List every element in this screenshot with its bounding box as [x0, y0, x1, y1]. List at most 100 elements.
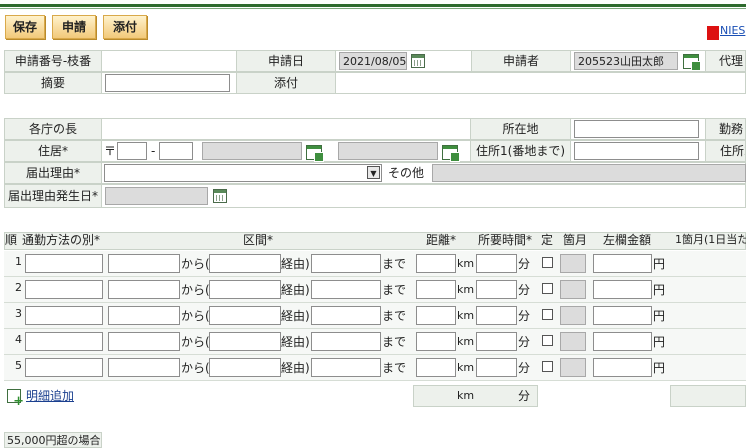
- via-input[interactable]: [209, 280, 281, 299]
- save-button[interactable]: 保存: [5, 15, 45, 39]
- summary-input[interactable]: [105, 74, 230, 92]
- fixed-checkbox[interactable]: [542, 257, 553, 268]
- to-input[interactable]: [311, 280, 381, 299]
- distance-input[interactable]: [416, 254, 456, 273]
- until-label: まで: [382, 257, 407, 271]
- app-no-value: [101, 50, 237, 72]
- until-label: まで: [382, 309, 407, 323]
- add-row-link[interactable]: 明細追加: [26, 386, 74, 406]
- time-input[interactable]: [476, 358, 517, 377]
- city-search-icon[interactable]: [442, 145, 460, 162]
- col-section: 区間*: [243, 233, 274, 247]
- user-search-icon[interactable]: [683, 54, 701, 71]
- via-label: 経由): [281, 335, 310, 349]
- from-input[interactable]: [108, 332, 180, 351]
- from-label: から(: [181, 309, 210, 323]
- applicant-field[interactable]: 205523山田太郎: [574, 52, 678, 70]
- time-input[interactable]: [476, 280, 517, 299]
- from-input[interactable]: [108, 306, 180, 325]
- city-field[interactable]: [338, 142, 438, 160]
- km-unit: km: [457, 309, 475, 322]
- yen-unit: 円: [653, 335, 666, 349]
- via-input[interactable]: [209, 254, 281, 273]
- time-input[interactable]: [476, 254, 517, 273]
- attach-button[interactable]: 添付: [103, 15, 147, 39]
- via-label: 経由): [281, 309, 310, 323]
- method-input[interactable]: [25, 358, 103, 377]
- proxy-label: 代理: [705, 50, 746, 72]
- from-label: から(: [181, 257, 210, 271]
- via-input[interactable]: [209, 306, 281, 325]
- reason-date-field[interactable]: [105, 187, 208, 205]
- chief-value: [101, 118, 471, 140]
- distance-input[interactable]: [416, 280, 456, 299]
- to-input[interactable]: [311, 332, 381, 351]
- nies-link[interactable]: NIES: [720, 24, 745, 37]
- method-input[interactable]: [25, 280, 103, 299]
- row-number: 2: [15, 281, 22, 294]
- top-border: [0, 4, 746, 7]
- fixed-checkbox[interactable]: [542, 335, 553, 346]
- via-input[interactable]: [209, 332, 281, 351]
- calendar-icon[interactable]: [213, 189, 227, 203]
- months-field[interactable]: [560, 306, 586, 325]
- app-date-field[interactable]: 2021/08/05: [339, 52, 407, 70]
- apply-button[interactable]: 申請: [52, 15, 96, 39]
- to-input[interactable]: [311, 254, 381, 273]
- yen-unit: 円: [653, 257, 666, 271]
- via-input[interactable]: [209, 358, 281, 377]
- to-input[interactable]: [311, 358, 381, 377]
- prefecture-field[interactable]: [202, 142, 302, 160]
- add-row-icon[interactable]: [7, 389, 24, 408]
- km-unit: km: [457, 361, 475, 374]
- amount-input[interactable]: [593, 306, 652, 325]
- from-input[interactable]: [108, 254, 180, 273]
- min-unit: 分: [518, 283, 531, 297]
- method-input[interactable]: [25, 306, 103, 325]
- to-input[interactable]: [311, 306, 381, 325]
- fixed-checkbox[interactable]: [542, 361, 553, 372]
- other-field[interactable]: [432, 164, 746, 182]
- reason-select[interactable]: [104, 164, 382, 182]
- distance-input[interactable]: [416, 358, 456, 377]
- amount-input[interactable]: [593, 358, 652, 377]
- months-field[interactable]: [560, 254, 586, 273]
- residence-label: 住居*: [4, 140, 102, 162]
- address1-input[interactable]: [574, 142, 699, 160]
- location-input[interactable]: [574, 120, 699, 138]
- fixed-checkbox[interactable]: [542, 309, 553, 320]
- from-label: から(: [181, 335, 210, 349]
- from-input[interactable]: [108, 358, 180, 377]
- months-field[interactable]: [560, 332, 586, 351]
- postal-code-1[interactable]: [117, 142, 147, 160]
- location-label: 所在地: [470, 118, 571, 140]
- until-label: まで: [382, 335, 407, 349]
- min-unit: 分: [518, 309, 531, 323]
- months-field[interactable]: [560, 280, 586, 299]
- top-border-thin: [0, 8, 746, 9]
- amount-input[interactable]: [593, 254, 652, 273]
- postal-code-2[interactable]: [159, 142, 193, 160]
- distance-input[interactable]: [416, 332, 456, 351]
- address-search-icon[interactable]: [306, 145, 324, 162]
- time-input[interactable]: [476, 332, 517, 351]
- fixed-checkbox[interactable]: [542, 283, 553, 294]
- from-label: から(: [181, 283, 210, 297]
- amount-input[interactable]: [593, 280, 652, 299]
- attach-label: 添付: [236, 72, 336, 94]
- min-unit: 分: [518, 257, 531, 271]
- reason-label: 届出理由*: [4, 162, 102, 184]
- applicant-label: 申請者: [471, 50, 571, 72]
- amount-input[interactable]: [593, 332, 652, 351]
- chief-label: 各庁の長: [4, 118, 102, 140]
- calendar-icon[interactable]: [411, 54, 425, 68]
- method-input[interactable]: [25, 254, 103, 273]
- method-input[interactable]: [25, 332, 103, 351]
- col-monthly: 1箇月(1日当たり: [675, 233, 746, 246]
- from-input[interactable]: [108, 280, 180, 299]
- time-input[interactable]: [476, 306, 517, 325]
- distance-input[interactable]: [416, 306, 456, 325]
- col-order: 順: [5, 233, 18, 247]
- chevron-down-icon[interactable]: ▼: [367, 166, 380, 179]
- months-field[interactable]: [560, 358, 586, 377]
